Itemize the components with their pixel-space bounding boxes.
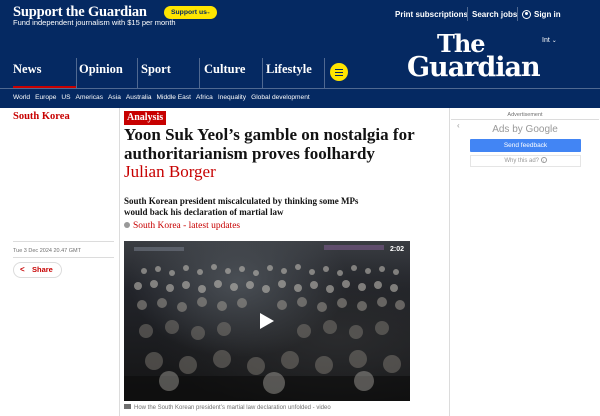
subnav: World Europe US Americas Asia Australia … bbox=[13, 94, 310, 101]
edition-label: Int bbox=[542, 37, 550, 44]
chevron-down-icon: ⌄ bbox=[551, 38, 557, 44]
subnav-asia[interactable]: Asia bbox=[108, 94, 121, 101]
divider bbox=[467, 7, 468, 21]
article-standfirst: South Korean president miscalculated by … bbox=[124, 196, 359, 217]
menu-button[interactable] bbox=[330, 63, 348, 81]
subnav-inequality[interactable]: Inequality bbox=[218, 94, 246, 101]
subnav-europe[interactable]: Europe bbox=[35, 94, 56, 101]
divider bbox=[451, 119, 599, 120]
why-this-ad-button[interactable]: Why this ad? i bbox=[470, 155, 581, 167]
divider bbox=[262, 58, 263, 88]
video-duration: 2:02 bbox=[389, 246, 404, 253]
menu-icon-bar bbox=[335, 74, 343, 76]
divider bbox=[517, 7, 518, 21]
byline-link[interactable]: Julian Borger bbox=[124, 162, 216, 181]
divider bbox=[13, 257, 114, 258]
divider bbox=[137, 58, 138, 88]
subnav-global-development[interactable]: Global development bbox=[251, 94, 310, 101]
nav-divider bbox=[0, 88, 600, 89]
search-jobs-link[interactable]: Search jobs bbox=[472, 10, 517, 19]
article-headline: Yoon Suk Yeol’s gamble on nostalgia for … bbox=[124, 125, 415, 163]
video-camera-icon bbox=[124, 404, 131, 409]
publish-timestamp: Tue 3 Dec 2024 20.47 GMT bbox=[13, 248, 81, 254]
pillar-news[interactable]: News bbox=[13, 62, 41, 88]
ads-by-google: Ads by Google bbox=[492, 124, 558, 135]
arrow-right-icon: → bbox=[204, 9, 211, 16]
live-updates-link[interactable]: South Korea - latest updates bbox=[124, 221, 240, 231]
share-button[interactable]: < Share bbox=[13, 262, 62, 278]
support-us-label: Support us bbox=[171, 9, 207, 16]
video-player[interactable]: 2:02 bbox=[124, 241, 410, 401]
share-icon: < bbox=[20, 265, 25, 274]
divider bbox=[13, 241, 114, 242]
subnav-us[interactable]: US bbox=[61, 94, 70, 101]
site-header: Support the Guardian Fund independent jo… bbox=[0, 0, 600, 108]
play-icon[interactable] bbox=[260, 313, 274, 329]
caption-text: How the South Korean president’s martial… bbox=[134, 405, 331, 411]
column-divider bbox=[119, 108, 120, 416]
why-this-ad-label: Why this ad? bbox=[504, 158, 539, 164]
pillar-opinion[interactable]: Opinion bbox=[79, 62, 123, 88]
print-subscriptions-link[interactable]: Print subscriptions bbox=[395, 10, 468, 19]
info-icon: i bbox=[540, 157, 547, 163]
menu-icon-bar bbox=[335, 71, 343, 73]
advertisement-label: Advertisement bbox=[507, 112, 543, 118]
subnav-americas[interactable]: Americas bbox=[76, 94, 103, 101]
pillar-culture[interactable]: Culture bbox=[204, 62, 245, 88]
pillar-sport[interactable]: Sport bbox=[141, 62, 171, 88]
menu-icon bbox=[335, 68, 343, 70]
guardian-logo-line2[interactable]: Guardian bbox=[407, 54, 541, 81]
support-subtitle: Fund independent journalism with $15 per… bbox=[13, 18, 176, 27]
subnav-africa[interactable]: Africa bbox=[196, 94, 213, 101]
send-feedback-button[interactable]: Send feedback bbox=[470, 139, 581, 152]
divider bbox=[324, 58, 325, 88]
pillar-lifestyle[interactable]: Lifestyle bbox=[266, 62, 312, 88]
divider bbox=[76, 58, 77, 88]
subnav-world[interactable]: World bbox=[13, 94, 30, 101]
subnav-australia[interactable]: Australia bbox=[126, 94, 152, 101]
share-label: Share bbox=[32, 265, 53, 274]
column-divider bbox=[449, 108, 450, 416]
subnav-middle-east[interactable]: Middle East bbox=[157, 94, 191, 101]
sign-in-link[interactable]: Sign in bbox=[534, 10, 561, 19]
video-caption: How the South Korean president’s martial… bbox=[124, 404, 331, 411]
support-us-button[interactable]: Support us → bbox=[164, 6, 217, 19]
live-updates-label: South Korea - latest updates bbox=[133, 221, 241, 231]
user-icon bbox=[522, 10, 531, 19]
edition-picker[interactable]: Int ⌄ bbox=[542, 37, 557, 44]
section-link[interactable]: South Korea bbox=[13, 111, 70, 122]
live-dot-icon bbox=[124, 222, 130, 228]
analysis-badge: Analysis bbox=[124, 111, 167, 125]
divider bbox=[199, 58, 200, 88]
